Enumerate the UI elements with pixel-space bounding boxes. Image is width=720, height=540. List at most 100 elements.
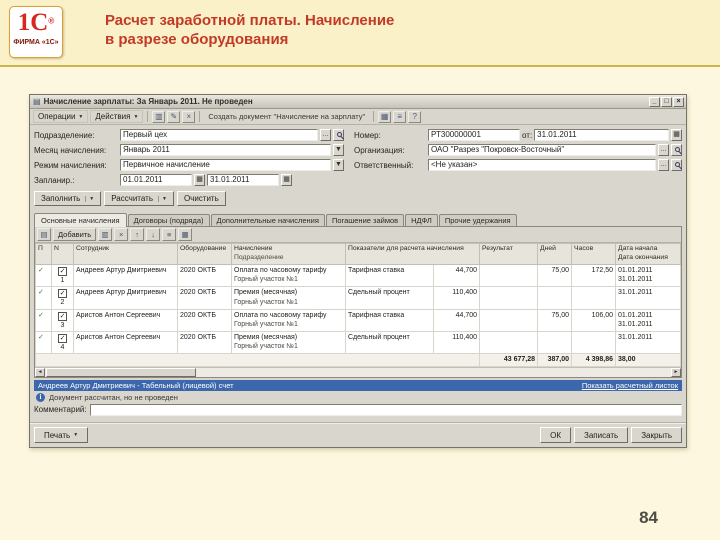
mode-select-button[interactable]: ▼ — [333, 159, 344, 171]
ellipsis-button[interactable]: … — [320, 129, 331, 141]
horizontal-scrollbar[interactable]: ◄ ► — [35, 366, 681, 377]
mode-field[interactable]: Первичное начисление — [120, 159, 331, 171]
cell-employee[interactable]: Андреев Артур Дмитриевич — [73, 263, 178, 288]
tab-main-accruals[interactable]: Основные начисления — [34, 213, 127, 227]
cell-equipment[interactable]: 2020 ОКТБ — [177, 263, 232, 288]
table-row[interactable]: ✓ ✓ 1 Андреев Артур Дмитриевич 2020 ОКТБ… — [35, 263, 681, 288]
row-checkbox[interactable]: ✓ — [58, 311, 67, 321]
scroll-left-icon[interactable]: ◄ — [35, 367, 45, 377]
col-dates[interactable]: Дата начала Дата окончания — [615, 243, 681, 265]
cell-equipment[interactable]: 2020 ОКТБ — [177, 330, 232, 355]
cell-result[interactable] — [479, 263, 539, 288]
selection-icon[interactable]: ▤ — [37, 228, 51, 241]
close-button[interactable]: × — [673, 96, 684, 107]
edit-icon[interactable]: ✎ — [167, 110, 181, 123]
ellipsis-button[interactable]: … — [658, 159, 669, 171]
col-indicators[interactable]: Показатели для расчета начисления — [344, 243, 481, 265]
month-field[interactable]: Январь 2011 — [120, 144, 331, 156]
cell-accrual[interactable]: Премия (месячная) Горный участок №1 — [231, 286, 346, 310]
organization-field[interactable]: ОАО "Разрез "Покровск-Восточный" — [428, 144, 656, 156]
comment-field[interactable] — [89, 403, 682, 416]
col-equipment[interactable]: Оборудование — [177, 243, 232, 265]
cell-hours[interactable]: 172,50 — [571, 263, 617, 288]
cell-employee[interactable]: Андреев Артур Дмитриевич — [73, 286, 178, 310]
copy-row-icon[interactable]: ▥ — [98, 228, 113, 241]
tab-ndfl[interactable]: НДФЛ — [405, 214, 438, 226]
cell-equipment[interactable]: 2020 ОКТБ — [177, 308, 232, 332]
sort-icon[interactable]: ≡ — [162, 228, 177, 241]
clear-button[interactable]: Очистить — [176, 191, 226, 206]
date-field[interactable]: 31.01.2011 — [534, 129, 669, 141]
row-checkbox[interactable]: ✓ — [58, 266, 67, 276]
calculate-button[interactable]: Рассчитать ▼ — [104, 191, 174, 206]
period-to-field[interactable]: 31.01.2011 — [207, 174, 279, 186]
ellipsis-button[interactable]: … — [658, 144, 669, 156]
tab-loan-repayment[interactable]: Погашение займов — [325, 214, 405, 226]
delete-row-icon[interactable]: × — [114, 228, 129, 241]
settings-icon[interactable]: ▦ — [178, 228, 193, 241]
col-result[interactable]: Результат — [479, 243, 539, 265]
show-payslip-link[interactable]: Показать расчетный листок — [582, 381, 678, 390]
cell-dates[interactable]: 31.01.2011 — [615, 286, 681, 310]
cell-indicator-value[interactable]: 44,700 — [432, 263, 481, 288]
help-icon[interactable]: ? — [408, 110, 422, 123]
actions-menu-button[interactable]: Действия ▼ — [90, 110, 144, 123]
number-field[interactable]: РТ300000001 — [428, 129, 520, 141]
cell-result[interactable] — [479, 286, 539, 310]
period-from-field[interactable]: 01.01.2011 — [120, 174, 192, 186]
cell-result[interactable] — [479, 330, 539, 355]
cell-indicator-value[interactable]: 44,700 — [432, 308, 481, 332]
col-number[interactable]: N — [51, 243, 74, 265]
tab-other-deductions[interactable]: Прочие удержания — [438, 214, 517, 226]
cell-indicator-value[interactable]: 110,400 — [432, 330, 481, 355]
tab-additional-accruals[interactable]: Дополнительные начисления — [210, 214, 325, 226]
col-hours[interactable]: Часов — [571, 243, 617, 265]
cell-days[interactable]: 75,00 — [537, 308, 573, 332]
scroll-right-icon[interactable]: ► — [671, 367, 681, 377]
cell-dates[interactable]: 01.01.2011 31.01.2011 — [615, 308, 681, 332]
copy-icon[interactable]: ▥ — [152, 110, 166, 123]
col-marker[interactable]: П — [35, 243, 52, 265]
ok-button[interactable]: ОК — [540, 427, 571, 443]
col-days[interactable]: Дней — [537, 243, 573, 265]
cell-indicator[interactable]: Тарифная ставка — [345, 263, 434, 288]
calendar-icon[interactable]: ▦ — [378, 110, 392, 123]
open-lookup-button[interactable] — [671, 159, 682, 171]
cell-hours[interactable] — [571, 286, 617, 310]
list-icon[interactable]: ≡ — [393, 110, 407, 123]
month-select-button[interactable]: ▼ — [333, 144, 344, 156]
open-lookup-button[interactable] — [671, 144, 682, 156]
cell-days[interactable] — [537, 330, 573, 355]
delete-icon[interactable]: × — [182, 110, 196, 123]
calendar-icon[interactable]: ▦ — [194, 174, 205, 186]
row-checkbox[interactable]: ✓ — [58, 289, 67, 299]
window-titlebar[interactable]: ▤ Начисление зарплаты: За Январь 2011. Н… — [30, 95, 686, 109]
cell-employee[interactable]: Аристов Антон Сергеевич — [73, 308, 178, 332]
add-row-button[interactable]: Добавить — [53, 228, 97, 241]
cell-equipment[interactable]: 2020 ОКТБ — [177, 286, 232, 310]
cell-indicator[interactable]: Сдельный процент — [345, 330, 434, 355]
save-button[interactable]: Записать — [574, 427, 629, 443]
maximize-button[interactable]: □ — [661, 96, 672, 107]
cell-dates[interactable]: 01.01.2011 31.01.2011 — [615, 263, 681, 288]
cell-days[interactable] — [537, 286, 573, 310]
cell-accrual[interactable]: Оплата по часовому тарифу Горный участок… — [231, 263, 346, 288]
cell-hours[interactable]: 106,00 — [571, 308, 617, 332]
cell-accrual[interactable]: Премия (месячная) Горный участок №1 — [231, 330, 346, 355]
cell-indicator-value[interactable]: 110,400 — [432, 286, 481, 310]
tab-contracts[interactable]: Договоры (подряда) — [127, 214, 210, 226]
move-down-icon[interactable]: ↓ — [146, 228, 161, 241]
cell-result[interactable] — [479, 308, 539, 332]
table-row[interactable]: ✓ ✓ 3 Аристов Антон Сергеевич 2020 ОКТБ … — [35, 308, 681, 332]
minimize-button[interactable]: _ — [649, 96, 660, 107]
col-accrual[interactable]: Начисление Подразделение — [231, 243, 346, 265]
department-field[interactable]: Первый цех — [120, 129, 318, 141]
table-row[interactable]: ✓ ✓ 2 Андреев Артур Дмитриевич 2020 ОКТБ… — [35, 286, 681, 310]
print-button[interactable]: Печать ▼ — [34, 427, 89, 443]
cell-days[interactable]: 75,00 — [537, 263, 573, 288]
fill-button[interactable]: Заполнить ▼ — [34, 191, 102, 206]
cell-indicator[interactable]: Сдельный процент — [345, 286, 434, 310]
operations-menu-button[interactable]: Операции ▼ — [33, 110, 89, 123]
cell-hours[interactable] — [571, 330, 617, 355]
cell-dates[interactable]: 31.01.2011 — [615, 330, 681, 355]
